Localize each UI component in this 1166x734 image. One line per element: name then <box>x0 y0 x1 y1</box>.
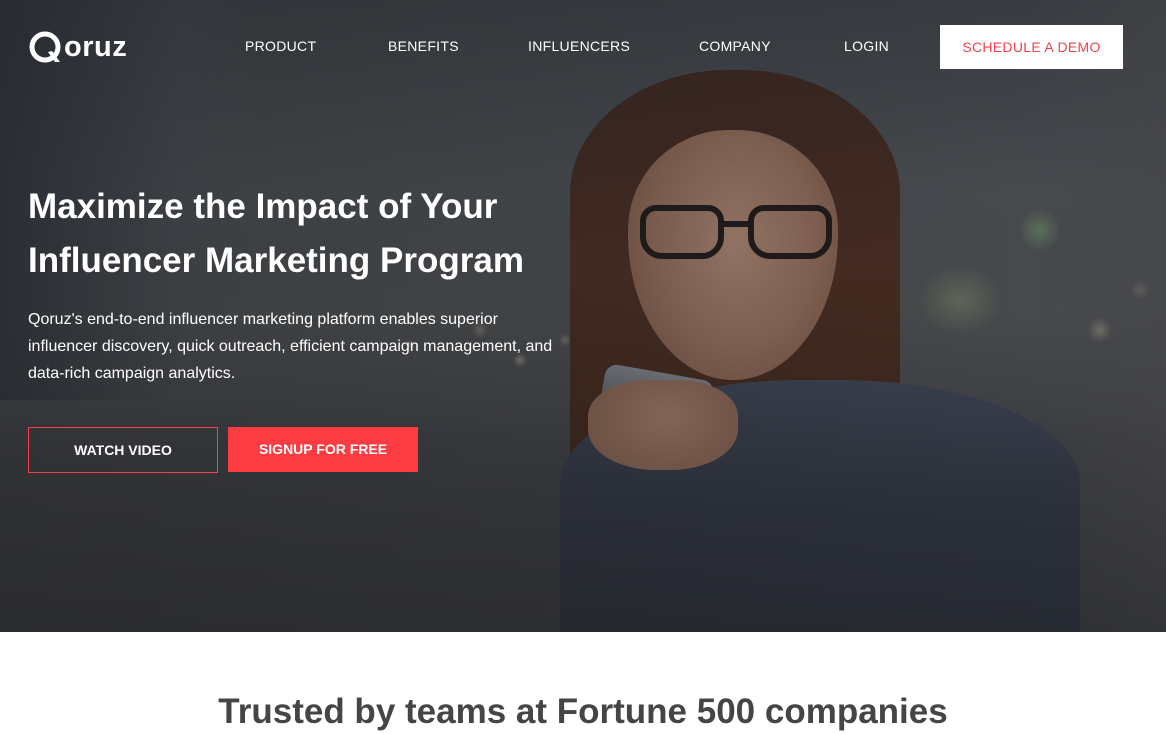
nav-item-company[interactable]: COMPANY <box>699 38 771 54</box>
nav-item-product[interactable]: PRODUCT <box>245 38 316 54</box>
nav-item-influencers[interactable]: INFLUENCERS <box>528 38 630 54</box>
logo-q-icon <box>29 31 61 63</box>
nav-item-benefits[interactable]: BENEFITS <box>388 38 459 54</box>
signup-button[interactable]: SIGNUP FOR FREE <box>228 427 418 472</box>
trusted-heading: Trusted by teams at Fortune 500 companie… <box>218 692 948 731</box>
hero-section: oruz PRODUCT BENEFITS INFLUENCERS COMPAN… <box>0 0 1166 632</box>
logo[interactable]: oruz <box>28 30 127 64</box>
hero-headline-line1: Maximize the Impact of Your <box>28 187 498 226</box>
hero-headline: Maximize the Impact of Your Influencer M… <box>28 180 588 288</box>
watch-video-button[interactable]: WATCH VIDEO <box>28 427 218 473</box>
hero-description: Qoruz's end-to-end influencer marketing … <box>28 311 553 382</box>
top-navbar: oruz PRODUCT BENEFITS INFLUENCERS COMPAN… <box>0 0 1166 92</box>
schedule-demo-button[interactable]: SCHEDULE A DEMO <box>940 25 1123 69</box>
logo-text: oruz <box>64 31 128 63</box>
hero-headline-line2: Influencer Marketing Program <box>28 241 524 280</box>
nav-item-login[interactable]: LOGIN <box>844 38 889 54</box>
